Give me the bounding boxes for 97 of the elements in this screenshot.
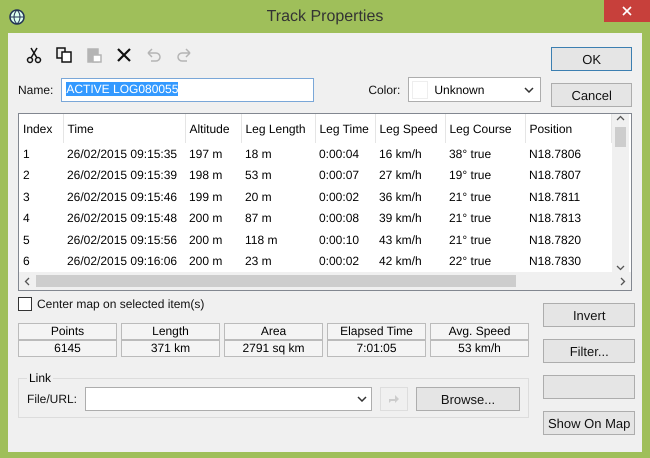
table-cell-text: 3	[22, 188, 31, 206]
name-label: Name:	[18, 82, 54, 96]
table-cell-text: 200 m	[188, 210, 224, 228]
table-cell-text: 4	[22, 210, 31, 228]
scroll-right-icon[interactable]	[618, 276, 627, 286]
table-cell-text: 26/02/2015 09:15:39	[66, 167, 178, 184]
table-cell-text: 39 km/h	[378, 210, 423, 228]
table-cell-text: N18.7820	[528, 232, 582, 249]
table-cell-text: 26/02/2015 09:15:56	[66, 232, 178, 249]
table-cell-text: 36 km/h	[378, 188, 423, 206]
column-header[interactable]: Altitude	[185, 114, 241, 143]
table-cell-text: 42 km/h	[378, 253, 423, 270]
close-button[interactable]	[604, 0, 650, 22]
table-cell-text: 43 km/h	[378, 232, 423, 249]
ok-button[interactable]: OK	[551, 47, 632, 71]
side-button[interactable]: Filter...	[543, 339, 636, 363]
stat-label: Points	[18, 323, 117, 340]
table-cell-text: 87 m	[244, 210, 273, 228]
table-cell-text: 0:00:07	[318, 167, 360, 184]
cancel-button[interactable]: Cancel	[551, 83, 632, 107]
stat-value: 371 km	[121, 340, 220, 357]
table-cell: N18.7806	[525, 143, 611, 164]
column-header[interactable]: Leg Time	[315, 114, 375, 143]
column-header[interactable]: Leg Length	[241, 114, 315, 143]
center-map-checkbox[interactable]	[18, 297, 32, 311]
stat-label: Elapsed Time	[327, 323, 426, 340]
table-cell-text: 199 m	[188, 188, 224, 206]
horizontal-scrollbar[interactable]	[19, 272, 631, 290]
table-cell-text: 6	[22, 253, 31, 270]
table-cell-text: 26/02/2015 09:15:48	[66, 210, 178, 228]
table-cell-text: 22° true	[448, 253, 492, 270]
side-button[interactable]: Invert	[543, 303, 636, 327]
file-url-label: File/URL:	[27, 392, 78, 406]
table-cell-text: 20 m	[244, 188, 273, 206]
table-cell-text: 0:00:10	[318, 232, 360, 249]
table-cell: 1	[19, 143, 63, 164]
table-cell-text: N18.7811	[528, 188, 582, 206]
table-cell-text: 26/02/2015 09:15:46	[66, 188, 178, 206]
scroll-thumb[interactable]	[36, 275, 516, 287]
file-url-field[interactable]	[85, 387, 372, 411]
table-cell-text: 21° true	[448, 210, 492, 228]
table-cell-text: 27 km/h	[378, 167, 423, 184]
table-cell: 26/02/2015 09:15:35	[63, 143, 185, 164]
table-cell: 197 m	[185, 143, 241, 164]
chevron-down-icon	[524, 86, 534, 92]
copy-button[interactable]	[54, 46, 74, 66]
color-dropdown[interactable]: Unknown	[408, 77, 542, 102]
side-button[interactable]: Show On Map	[543, 411, 636, 435]
table-cell-text: 26/02/2015 09:16:06	[66, 253, 178, 270]
track-points-list[interactable]	[18, 113, 632, 291]
table-cell: 38° true	[445, 143, 525, 164]
table-cell-text: 23 m	[244, 253, 273, 270]
table-cell: 18 m	[241, 143, 315, 164]
stat-label: Area	[224, 323, 323, 340]
window-title: Track Properties	[266, 8, 384, 26]
table-cell-text: 0:00:02	[318, 253, 360, 270]
cut-button[interactable]	[24, 46, 44, 66]
center-map-label: Center map on selected item(s)	[37, 297, 204, 311]
vertical-scrollbar[interactable]	[612, 114, 628, 272]
scroll-down-icon[interactable]	[616, 263, 624, 272]
scroll-left-icon[interactable]	[23, 276, 32, 286]
table-cell-text: 0:00:02	[318, 188, 360, 206]
browse-button[interactable]: Browse...	[416, 387, 520, 411]
table-cell-text: 53 m	[244, 167, 273, 184]
table-cell-text: 5	[22, 232, 31, 249]
scroll-up-icon[interactable]	[616, 114, 624, 123]
column-header[interactable]: Index	[19, 114, 63, 143]
table-cell-text: 2	[22, 167, 31, 184]
table-cell-text: 198 m	[188, 167, 224, 184]
table-cell-text: N18.7830	[528, 253, 582, 270]
chevron-down-icon	[357, 396, 368, 402]
stat-label: Length	[121, 323, 220, 340]
scroll-thumb[interactable]	[614, 127, 626, 147]
table-cell: 0:00:04	[315, 143, 375, 164]
column-header[interactable]: Leg Course	[445, 114, 525, 143]
app-globe-icon	[8, 8, 26, 26]
table-cell-text: 19° true	[448, 167, 492, 184]
table-cell-text: 21° true	[448, 188, 492, 206]
table-cell-text: 200 m	[188, 232, 224, 249]
column-header[interactable]: Leg Speed	[375, 114, 445, 143]
stat-value: 53 km/h	[430, 340, 530, 357]
table-cell-text: N18.7813	[528, 210, 582, 228]
stat-label: Avg. Speed	[430, 323, 530, 340]
table-cell-text: 0:00:08	[318, 210, 360, 228]
close-icon	[622, 6, 632, 16]
table-cell-text: 200 m	[188, 253, 224, 270]
link-group-title: Link	[28, 371, 52, 385]
stat-value: 7:01:05	[327, 340, 426, 357]
table-cell-text: 21° true	[448, 232, 492, 249]
color-label: Color:	[368, 82, 400, 96]
column-header[interactable]: Time	[63, 114, 185, 143]
stat-value: 2791 sq km	[224, 340, 323, 357]
table-cell-text: 118 m	[244, 232, 278, 249]
stat-value: 6145	[18, 340, 117, 357]
table-cell: 16 km/h	[375, 143, 445, 164]
table-cell-text: N18.7807	[528, 167, 582, 184]
column-header[interactable]: Position	[525, 114, 611, 143]
